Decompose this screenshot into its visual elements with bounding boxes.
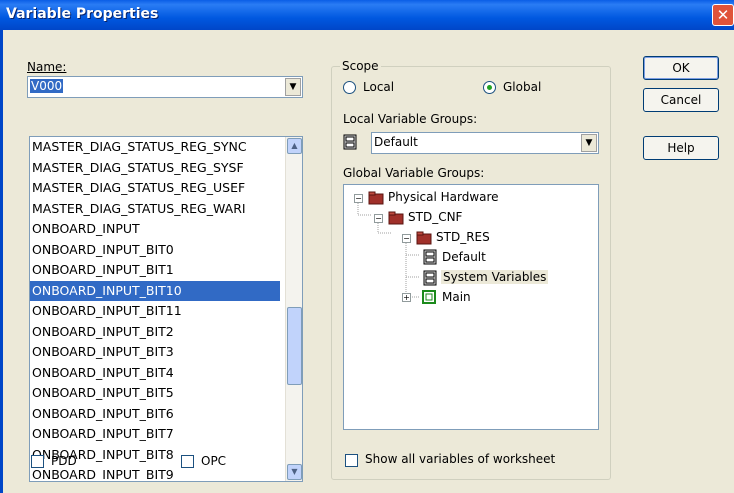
tree-node-std-cnf[interactable]: STD_CNF	[408, 210, 462, 224]
opc-label[interactable]: OPC	[201, 454, 226, 468]
title-bar[interactable]: Variable Properties ✕	[0, 0, 734, 30]
window-title: Variable Properties	[6, 6, 159, 22]
help-button[interactable]: Help	[643, 136, 719, 160]
list-item[interactable]: ONBOARD_INPUT_BIT3	[30, 342, 280, 363]
collapse-physical-button[interactable]: −	[354, 194, 363, 203]
local-groups-dropdown-button[interactable]: ▼	[581, 134, 597, 152]
cabinet-icon	[422, 270, 437, 286]
chevron-down-icon: ▼	[289, 82, 297, 92]
pdd-checkbox[interactable]	[31, 455, 44, 468]
chevron-down-icon: ▼	[585, 138, 593, 148]
folder-icon	[368, 191, 384, 205]
global-groups-label: Global Variable Groups:	[343, 166, 485, 180]
global-radio-label[interactable]: Global	[503, 80, 541, 94]
list-item[interactable]: ONBOARD_INPUT_BIT11	[30, 301, 280, 322]
name-dropdown-button[interactable]: ▼	[285, 78, 301, 96]
collapse-cnf-button[interactable]: −	[374, 214, 383, 223]
name-value-text[interactable]: V000	[30, 79, 64, 93]
name-list-items: MASTER_DIAG_STATUS_REG_SYNC MASTER_DIAG_S…	[30, 137, 302, 481]
name-combo[interactable]: V000 ▼	[27, 76, 303, 98]
list-item[interactable]: MASTER_DIAG_STATUS_REG_WARI	[30, 199, 280, 220]
ok-button-label: OK	[672, 61, 690, 75]
list-item[interactable]: ONBOARD_INPUT	[30, 219, 280, 240]
collapse-res-button[interactable]: −	[402, 234, 411, 243]
name-list-scrollbar[interactable]: ▲ ▼	[285, 137, 302, 481]
list-item[interactable]: ONBOARD_INPUT_BIT1	[30, 260, 280, 281]
cabinet-icon	[422, 249, 437, 265]
tree-node-main[interactable]: Main	[442, 290, 471, 304]
list-item[interactable]: ONBOARD_INPUT_BIT5	[30, 383, 280, 404]
list-item[interactable]: MASTER_DIAG_STATUS_REG_USEF	[30, 178, 280, 199]
local-groups-combo[interactable]: Default ▼	[371, 132, 599, 154]
ok-button[interactable]: OK	[643, 56, 719, 80]
folder-icon	[416, 231, 432, 245]
list-item[interactable]: MASTER_DIAG_STATUS_REG_SYNC	[30, 137, 280, 158]
tree-node-physical-hardware[interactable]: Physical Hardware	[388, 190, 499, 204]
name-label: Name:	[27, 60, 66, 74]
show-all-label[interactable]: Show all variables of worksheet	[365, 452, 555, 466]
close-button[interactable]: ✕	[712, 4, 734, 26]
list-item[interactable]: ONBOARD_INPUT_BIT4	[30, 363, 280, 384]
scroll-thumb[interactable]	[287, 307, 302, 385]
tree-node-system-variables[interactable]: System Variables	[441, 270, 549, 284]
local-groups-label: Local Variable Groups:	[343, 112, 478, 126]
list-item[interactable]: MASTER_DIAG_STATUS_REG_SYSF	[30, 158, 280, 179]
name-label-text: Name:	[27, 60, 67, 74]
help-button-label: Help	[667, 141, 695, 155]
local-radio-label[interactable]: Local	[363, 80, 394, 94]
scroll-up-button[interactable]: ▲	[287, 138, 302, 154]
chevron-up-icon: ▲	[291, 141, 298, 150]
list-item[interactable]: ONBOARD_INPUT_BIT0	[30, 240, 280, 261]
list-item[interactable]: ONBOARD_INPUT_BIT2	[30, 322, 280, 343]
local-radio[interactable]	[343, 81, 356, 94]
close-icon: ✕	[716, 6, 730, 24]
global-radio[interactable]	[483, 81, 496, 94]
list-item[interactable]: ONBOARD_INPUT_BIT10	[30, 280, 280, 301]
cabinet-icon	[343, 134, 357, 150]
expand-main-button[interactable]: +	[402, 293, 411, 302]
chevron-down-icon: ▼	[291, 467, 298, 476]
list-item[interactable]: ONBOARD_INPUT_BIT7	[30, 424, 280, 445]
local-groups-value[interactable]: Default	[374, 135, 418, 149]
opc-checkbox[interactable]	[181, 455, 194, 468]
tree-node-default[interactable]: Default	[442, 250, 486, 264]
name-value[interactable]: V000	[30, 79, 64, 93]
scope-legend: Scope	[340, 59, 381, 73]
name-list[interactable]: MASTER_DIAG_STATUS_REG_SYNC MASTER_DIAG_S…	[29, 136, 303, 482]
cancel-button[interactable]: Cancel	[643, 88, 719, 112]
cancel-button-label: Cancel	[660, 93, 702, 107]
list-item[interactable]: ONBOARD_INPUT_BIT6	[30, 404, 280, 425]
show-all-checkbox[interactable]	[345, 454, 358, 467]
scroll-down-button[interactable]: ▼	[287, 464, 302, 480]
global-groups-tree[interactable]: − Physical Hardware − STD_CNF − STD_RES …	[343, 184, 599, 430]
folder-icon	[388, 211, 404, 225]
tree-node-std-res[interactable]: STD_RES	[436, 230, 490, 244]
dialog-client: Name: V000 ▼ MASTER_DIAG_STATUS_REG_SYNC…	[0, 30, 734, 493]
pdd-label[interactable]: PDD	[51, 454, 77, 468]
module-icon	[422, 290, 436, 304]
